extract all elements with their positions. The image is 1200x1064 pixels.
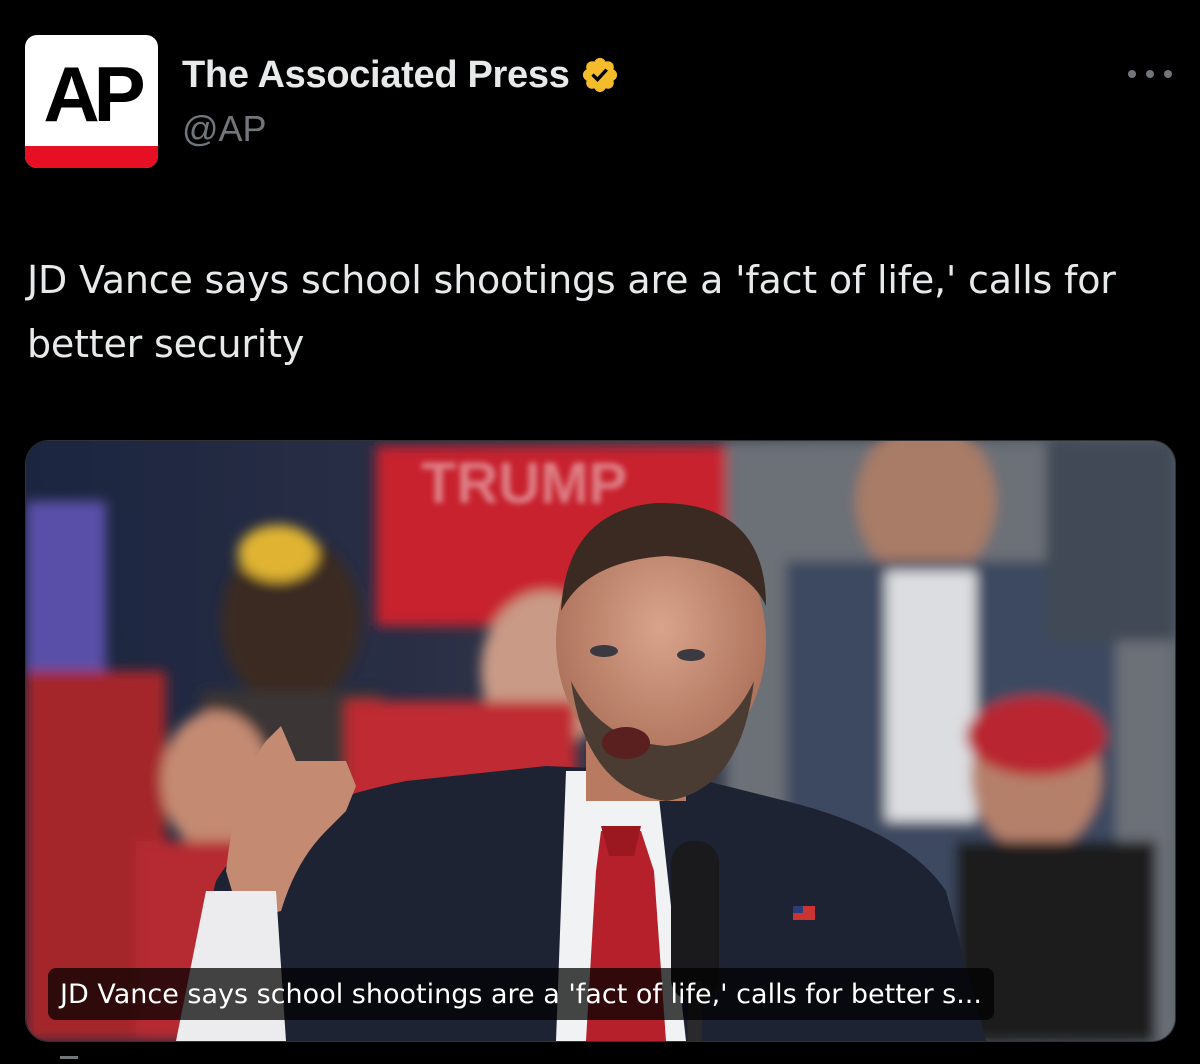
action-bar-hint <box>60 1056 78 1059</box>
more-horizontal-icon[interactable] <box>1128 62 1172 86</box>
card-caption: JD Vance says school shootings are a 'fa… <box>48 968 994 1020</box>
card-photo: TRUMP <box>26 441 1175 1041</box>
handle[interactable]: @AP <box>182 108 267 150</box>
display-name[interactable]: The Associated Press <box>182 54 570 97</box>
avatar[interactable]: AP <box>25 35 158 168</box>
verified-badge-icon <box>582 57 617 93</box>
more-dot <box>1146 70 1154 78</box>
author-name-row[interactable]: The Associated Press <box>182 50 620 100</box>
avatar-logo-text: AP <box>43 50 145 138</box>
link-card[interactable]: TRUMP JD Vance says school shootings are… <box>25 440 1176 1042</box>
tweet[interactable]: AP The Associated Press @AP JD Vance say… <box>0 0 1200 1064</box>
more-dot <box>1164 70 1172 78</box>
sign-text: TRUMP <box>421 451 627 516</box>
more-dot <box>1128 70 1136 78</box>
avatar-logo-bar <box>25 146 158 168</box>
post-text: JD Vance says school shootings are a 'fa… <box>27 258 1116 366</box>
